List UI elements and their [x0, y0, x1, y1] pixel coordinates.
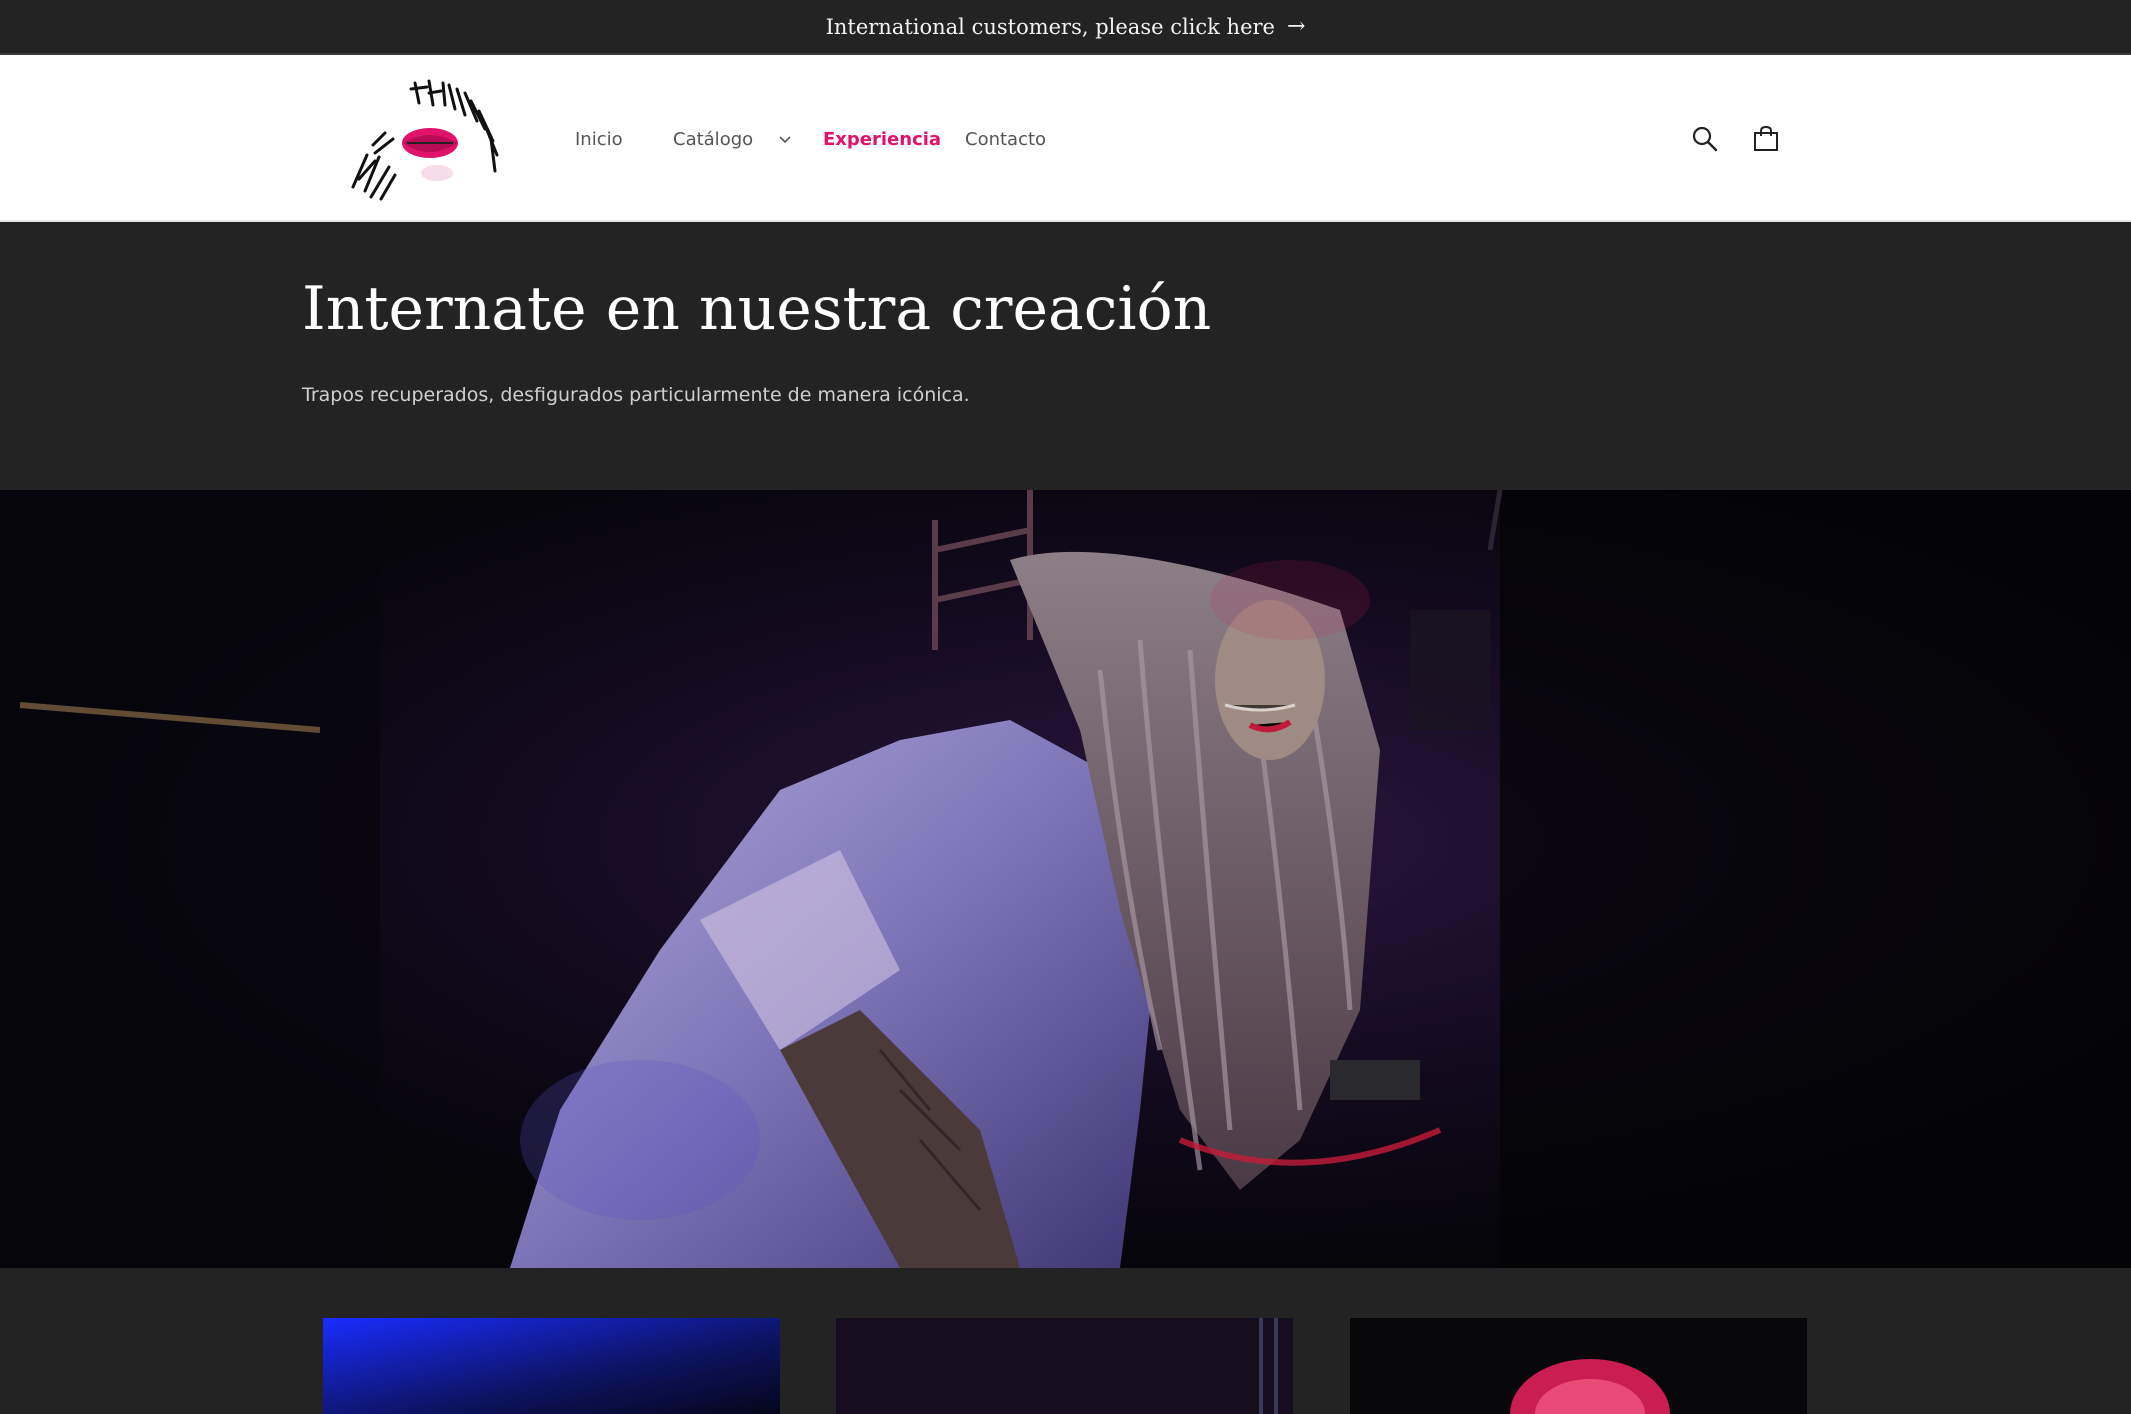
search-icon	[1692, 126, 1718, 152]
nav-experiencia[interactable]: Experiencia	[823, 125, 941, 155]
logo[interactable]	[345, 75, 515, 203]
arrow-right-icon: →	[1286, 14, 1306, 39]
experience-card-3[interactable]	[1350, 1318, 1807, 1414]
cart-icon	[1754, 125, 1778, 151]
experience-card-2[interactable]	[836, 1318, 1293, 1414]
card-image	[1350, 1318, 1807, 1414]
card-image	[323, 1318, 780, 1414]
chevron-down-icon	[779, 125, 791, 155]
nav-contacto[interactable]: Contacto	[965, 125, 1046, 155]
nav-catalogo[interactable]: Catálogo	[673, 125, 791, 155]
card-image	[836, 1318, 1293, 1414]
hero-title: Internate en nuestra creación	[302, 274, 1212, 344]
site-header: Inicio Catálogo Experiencia Contacto	[0, 55, 2131, 222]
cart-button[interactable]	[1744, 117, 1788, 161]
announcement-bar-link[interactable]: International customers, please click he…	[0, 0, 2131, 55]
experience-card-1[interactable]	[323, 1318, 780, 1414]
lips-graffiti-logo-icon	[351, 79, 499, 201]
hero-subtitle: Trapos recuperados, desfigurados particu…	[302, 384, 970, 406]
nav-catalogo-label: Catálogo	[673, 129, 754, 150]
hero-image	[0, 489, 2131, 1268]
search-button[interactable]	[1683, 117, 1727, 161]
nav-inicio[interactable]: Inicio	[575, 125, 623, 155]
announcement-text: International customers, please click he…	[825, 14, 1275, 39]
hero-banner-text: Internate en nuestra creación Trapos rec…	[0, 222, 2131, 490]
